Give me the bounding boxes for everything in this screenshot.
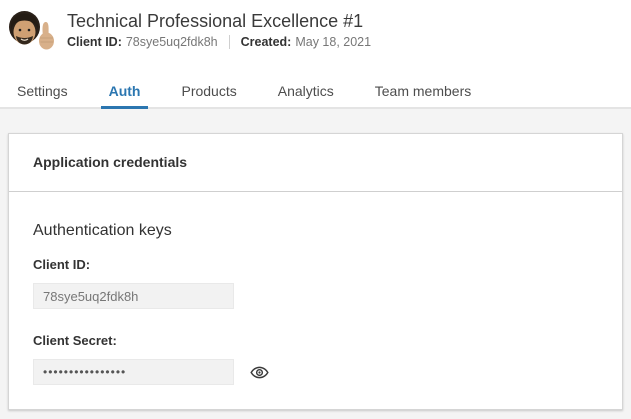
header-meta: Client ID: 78sye5uq2fdk8h Created: May 1…: [67, 35, 371, 49]
client-secret-field-group: Client Secret:: [33, 333, 598, 385]
avatar: [8, 10, 55, 52]
client-secret-row: [33, 359, 598, 385]
tab-auth[interactable]: Auth: [101, 52, 149, 109]
tab-team-members[interactable]: Team members: [367, 52, 479, 109]
created-label: Created:: [241, 35, 292, 49]
card-body: Authentication keys Client ID: Client Se…: [9, 192, 622, 409]
meta-divider: [229, 35, 230, 49]
reveal-secret-button[interactable]: [249, 362, 269, 382]
client-id-input[interactable]: [33, 283, 234, 309]
client-secret-input[interactable]: [33, 359, 234, 385]
client-id-value: 78sye5uq2fdk8h: [126, 35, 218, 49]
application-credentials-card: Application credentials Authentication k…: [8, 133, 623, 410]
section-title: Authentication keys: [33, 221, 598, 240]
tab-settings[interactable]: Settings: [9, 52, 76, 109]
page-title: Technical Professional Excellence #1: [67, 10, 371, 32]
client-id-label: Client ID:: [67, 35, 122, 49]
client-secret-field-label: Client Secret:: [33, 333, 598, 348]
card-title: Application credentials: [9, 134, 622, 192]
title-block: Technical Professional Excellence #1 Cli…: [67, 10, 371, 49]
client-id-field-group: Client ID:: [33, 257, 598, 309]
tab-analytics[interactable]: Analytics: [270, 52, 342, 109]
eye-icon: [250, 363, 269, 382]
app-header: Technical Professional Excellence #1 Cli…: [0, 0, 631, 109]
created-value: May 18, 2021: [295, 35, 371, 49]
tab-products[interactable]: Products: [173, 52, 244, 109]
avatar-image: [8, 10, 55, 52]
tab-bar: Settings Auth Products Analytics Team me…: [0, 52, 631, 109]
client-id-field-label: Client ID:: [33, 257, 598, 272]
header-top: Technical Professional Excellence #1 Cli…: [0, 0, 631, 52]
page-content: Application credentials Authentication k…: [0, 109, 631, 410]
